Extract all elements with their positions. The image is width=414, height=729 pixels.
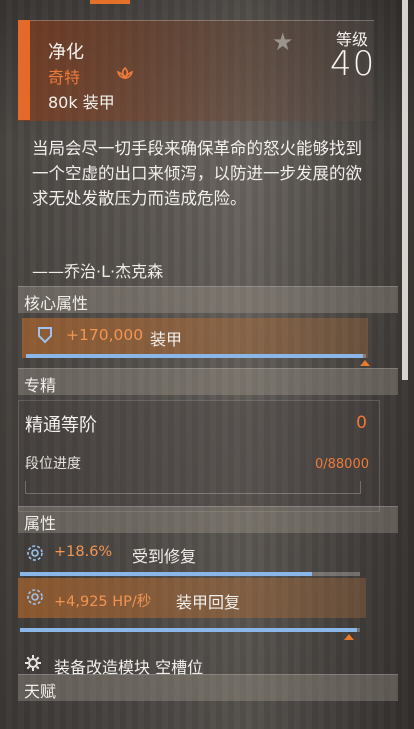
max-roll-marker bbox=[360, 360, 370, 366]
attribute-row-2[interactable]: +4,925 HP/秒 装甲回复 bbox=[18, 578, 366, 618]
star-icon[interactable]: ★ bbox=[272, 28, 294, 56]
gear-icon bbox=[25, 655, 41, 671]
item-quote: ——乔治·L·杰克森 bbox=[32, 262, 164, 281]
armor-summary: 80k 装甲 bbox=[48, 93, 115, 112]
core-attribute-bar bbox=[26, 354, 366, 358]
repair-icon bbox=[27, 589, 43, 605]
section-talents-label: 天赋 bbox=[24, 682, 57, 701]
section-mastery: 专精 bbox=[18, 368, 398, 395]
attribute-2-name: 装甲回复 bbox=[176, 593, 241, 612]
attribute-2-value: +4,925 HP/秒 bbox=[54, 594, 152, 610]
mastery-progress: 0/88000 bbox=[314, 457, 369, 472]
lotus-icon bbox=[116, 66, 134, 80]
section-attributes: 属性 bbox=[18, 506, 398, 533]
item-rarity: 奇特 bbox=[48, 68, 81, 87]
attribute-row-1[interactable]: +18.6% 受到修复 bbox=[18, 538, 366, 576]
core-attribute-bar-fill bbox=[26, 354, 363, 358]
mastery-sub-label: 段位进度 bbox=[25, 456, 81, 472]
rarity-accent-strip bbox=[18, 20, 30, 120]
core-attribute-name: 装甲 bbox=[150, 330, 183, 349]
repair-icon bbox=[27, 545, 43, 561]
attribute-1-value: +18.6% bbox=[54, 544, 113, 560]
section-mastery-label: 专精 bbox=[24, 376, 57, 395]
attribute-1-bar-fill bbox=[20, 572, 313, 576]
level-value: 40 bbox=[330, 44, 376, 84]
section-attributes-label: 属性 bbox=[24, 514, 57, 533]
shield-icon bbox=[38, 327, 52, 344]
mastery-progress-track bbox=[25, 481, 361, 494]
mastery-value: 0 bbox=[356, 413, 367, 433]
attribute-2-bar bbox=[20, 628, 360, 632]
attribute-2-bar-fill bbox=[20, 628, 357, 632]
attribute-1-bar bbox=[20, 572, 360, 576]
mastery-title: 精通等阶 bbox=[25, 415, 97, 436]
section-core: 核心属性 bbox=[18, 286, 398, 313]
section-core-label: 核心属性 bbox=[24, 294, 89, 313]
attribute-1-name: 受到修复 bbox=[132, 547, 197, 566]
top-accent-band bbox=[90, 0, 130, 4]
item-card: 净化 奇特 80k 装甲 ★ 等级 40 当局会尽一切手段来确保革命的怒火能够找… bbox=[14, 18, 398, 718]
max-roll-marker bbox=[344, 634, 354, 640]
item-name: 净化 bbox=[48, 42, 84, 63]
core-attribute-value: +170,000 bbox=[66, 326, 144, 344]
scrollbar[interactable] bbox=[402, 0, 408, 380]
mastery-panel: 精通等阶 0 段位进度 0/88000 bbox=[18, 400, 380, 512]
item-description: 当局会尽一切手段来确保革命的怒火能够找到一个空虚的出口来倾泻，以防进一步发展的欲… bbox=[32, 139, 362, 208]
core-attribute-row[interactable]: +170,000 装甲 bbox=[22, 318, 368, 358]
section-talents: 天赋 bbox=[18, 674, 398, 701]
